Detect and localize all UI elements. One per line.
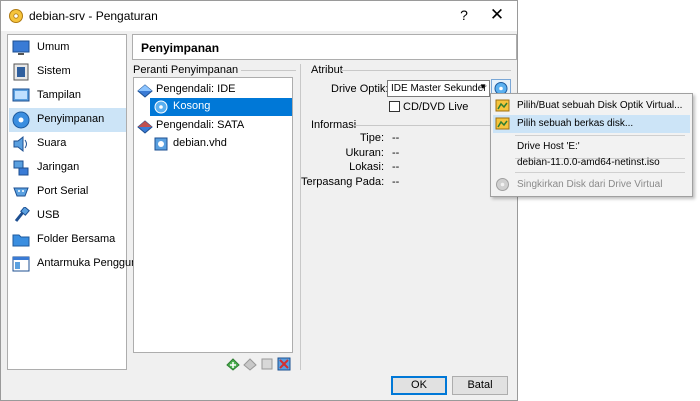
network-icon xyxy=(13,160,29,176)
info-attached-to-value: -- xyxy=(392,176,400,188)
optical-drive-value: IDE Master Sekunder xyxy=(391,83,487,94)
choose-disk-file-icon xyxy=(495,117,510,130)
information-label: Informasi xyxy=(311,119,357,131)
menu-item-remove-disk: Singkirkan Disk dari Drive Virtual xyxy=(493,176,690,194)
page-title: Penyimpanan xyxy=(141,41,220,55)
info-size-value: -- xyxy=(392,147,400,159)
live-cd-checkbox[interactable] xyxy=(389,101,400,112)
tree-item-label: Pengendali: IDE xyxy=(156,83,236,95)
optical-drive-label: Drive Optik: xyxy=(331,83,389,95)
sidebar-item-label: Umum xyxy=(37,41,70,53)
live-cd-label: CD/DVD Live xyxy=(403,101,469,113)
menu-item-iso-file[interactable]: debian-11.0.0-amd64-netinst.iso xyxy=(493,154,690,172)
info-type-value: -- xyxy=(392,132,400,144)
tree-item-sata-controller[interactable]: Pengendali: SATA xyxy=(136,117,286,135)
help-button[interactable]: ? xyxy=(456,7,472,23)
sidebar-item-port-serial[interactable]: Port Serial xyxy=(9,180,126,204)
sidebar-item-umum[interactable]: Umum xyxy=(9,36,126,60)
serial-port-icon xyxy=(13,187,29,197)
hard-disk-icon xyxy=(154,137,168,151)
display-icon xyxy=(12,88,30,102)
info-size-label: Ukuran: xyxy=(345,147,384,159)
tree-item-empty-optical[interactable]: Kosong xyxy=(150,98,292,116)
tree-item-label: Pengendali: SATA xyxy=(156,119,245,131)
add-attachment-icon[interactable] xyxy=(260,357,274,371)
sidebar-item-label: Antarmuka Pengguna xyxy=(37,257,144,269)
page-header: Penyimpanan xyxy=(132,34,517,60)
shared-folder-icon xyxy=(12,234,30,247)
storage-disk-icon xyxy=(12,111,30,129)
sidebar-item-suara[interactable]: Suara xyxy=(9,132,126,156)
tree-item-ide-controller[interactable]: Pengendali: IDE xyxy=(136,81,286,99)
sidebar-item-label: Sistem xyxy=(37,65,71,77)
group-divider xyxy=(341,70,511,71)
optical-disk-create-icon xyxy=(495,99,510,112)
sidebar-item-antarmuka-pengguna[interactable]: Antarmuka Pengguna xyxy=(9,252,143,276)
sidebar-item-label: Suara xyxy=(37,137,67,149)
sidebar-item-label: Jaringan xyxy=(37,161,80,173)
menu-item-label: Singkirkan Disk dari Drive Virtual xyxy=(517,179,663,190)
sidebar-item-label: Tampilan xyxy=(37,89,82,101)
speaker-icon xyxy=(13,135,27,153)
info-attached-to-label: Terpasang Pada: xyxy=(301,176,385,188)
menu-item-label: Pilih sebuah berkas disk... xyxy=(517,118,634,129)
group-divider xyxy=(241,70,296,71)
menu-item-choose-disk-file[interactable]: Pilih sebuah berkas disk... xyxy=(493,115,690,133)
optical-disk-icon xyxy=(154,100,168,114)
storage-tree: Pengendali: IDE Kosong Pengendali: SATA … xyxy=(133,77,293,353)
controller-icon xyxy=(137,84,153,98)
info-location-label: Lokasi: xyxy=(349,161,384,173)
cancel-button[interactable]: Batal xyxy=(452,376,508,395)
sidebar-item-penyimpanan[interactable]: Penyimpanan xyxy=(9,108,126,132)
usb-icon xyxy=(14,207,30,222)
tree-item-label: Kosong xyxy=(173,100,211,112)
menu-item-label: Pilih/Buat sebuah Disk Optik Virtual... xyxy=(517,100,683,111)
monitor-general-icon xyxy=(12,40,30,55)
info-location-value: -- xyxy=(392,161,400,173)
remove-disk-icon xyxy=(496,178,509,191)
storage-devices-label: Peranti Penyimpanan xyxy=(133,64,239,76)
controller-icon xyxy=(137,120,153,134)
menu-item-label: Drive Host 'E:' xyxy=(517,141,580,152)
tree-item-label: debian.vhd xyxy=(173,137,227,149)
remove-controller-icon[interactable] xyxy=(243,357,257,371)
pane-divider xyxy=(300,64,301,370)
chip-icon xyxy=(13,63,29,81)
tree-item-debian-vhd[interactable]: debian.vhd xyxy=(150,135,292,153)
virtualbox-app-icon xyxy=(9,9,23,23)
close-button[interactable]: ✕ xyxy=(489,5,505,25)
sidebar-item-usb[interactable]: USB xyxy=(9,204,126,228)
sidebar-item-tampilan[interactable]: Tampilan xyxy=(9,84,126,108)
window-title: debian-srv - Pengaturan xyxy=(29,9,158,23)
optical-disk-menu: Pilih/Buat sebuah Disk Optik Virtual... … xyxy=(490,93,693,197)
sidebar-item-label: USB xyxy=(37,209,60,221)
title-bar: debian-srv - Pengaturan ? ✕ xyxy=(1,1,517,31)
sidebar-item-jaringan[interactable]: Jaringan xyxy=(9,156,126,180)
settings-dialog: debian-srv - Pengaturan ? ✕ Umum Sistem … xyxy=(0,0,518,401)
menu-item-label: debian-11.0.0-amd64-netinst.iso xyxy=(517,157,660,168)
sidebar-item-folder-bersama[interactable]: Folder Bersama xyxy=(9,228,126,252)
ok-button[interactable]: OK xyxy=(391,376,447,395)
group-divider xyxy=(353,125,511,126)
remove-attachment-icon[interactable] xyxy=(277,357,291,371)
attributes-label: Atribut xyxy=(311,64,343,76)
optical-drive-select[interactable]: IDE Master Sekunder ▼ xyxy=(387,80,490,97)
sidebar-item-label: Penyimpanan xyxy=(37,113,105,125)
menu-separator xyxy=(515,135,685,136)
user-interface-icon xyxy=(12,256,30,272)
info-type-label: Tipe: xyxy=(359,132,384,144)
settings-sidebar: Umum Sistem Tampilan Penyimpanan Suara J… xyxy=(7,34,143,370)
menu-separator xyxy=(515,172,685,173)
add-controller-icon[interactable] xyxy=(226,357,240,371)
sidebar-item-label: Port Serial xyxy=(37,185,89,197)
chevron-down-icon: ▼ xyxy=(479,82,487,91)
menu-item-create-optical-disk[interactable]: Pilih/Buat sebuah Disk Optik Virtual... xyxy=(493,97,690,115)
sidebar-item-sistem[interactable]: Sistem xyxy=(9,60,126,84)
sidebar-item-label: Folder Bersama xyxy=(37,233,116,245)
